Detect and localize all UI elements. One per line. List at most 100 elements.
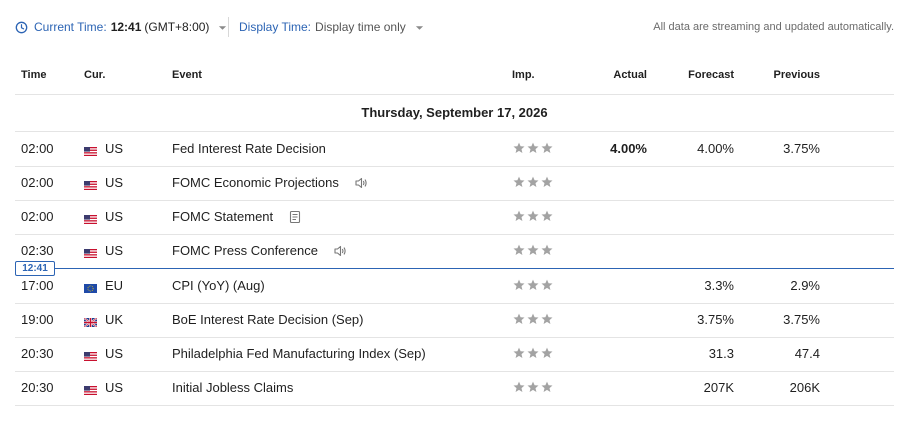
previous-value: 3.75% bbox=[783, 312, 820, 327]
event-name-cell[interactable]: Fed Interest Rate Decision bbox=[172, 141, 326, 156]
event-name-cell[interactable]: BoE Interest Rate Decision (Sep) bbox=[172, 312, 363, 327]
event-time: 02:00 bbox=[21, 141, 54, 156]
chevron-down-icon[interactable] bbox=[218, 25, 227, 31]
importance-stars bbox=[513, 142, 553, 154]
star-icon bbox=[513, 313, 525, 324]
event-name[interactable]: Initial Jobless Claims bbox=[172, 380, 293, 395]
event-time: 02:00 bbox=[21, 175, 54, 190]
event-time: 02:30 bbox=[21, 243, 54, 258]
importance-stars bbox=[513, 210, 553, 222]
event-name-cell[interactable]: Initial Jobless Claims bbox=[172, 380, 293, 395]
event-currency: US bbox=[105, 380, 124, 395]
table-row[interactable]: 19:00 UK BoE Interest Rate Decision (Sep) 3… bbox=[15, 303, 894, 338]
star-icon bbox=[513, 381, 525, 392]
table-row[interactable]: 20:30 US Philadelphia Fed Manufacturing In… bbox=[15, 337, 894, 372]
document-icon[interactable] bbox=[288, 210, 302, 224]
table-row[interactable]: 20:30 US Initial Jobless Claims 207K 206K bbox=[15, 371, 894, 406]
event-name[interactable]: FOMC Economic Projections bbox=[172, 175, 339, 190]
previous-value: 3.75% bbox=[783, 141, 820, 156]
current-time-line bbox=[15, 268, 894, 269]
event-time: 20:30 bbox=[21, 346, 54, 361]
importance-stars bbox=[513, 279, 553, 291]
star-icon bbox=[527, 381, 539, 392]
chevron-down-icon[interactable] bbox=[415, 25, 424, 31]
importance-stars bbox=[513, 244, 553, 256]
display-time-selector[interactable]: Display Time: Display time only bbox=[239, 20, 424, 34]
us-flag-icon bbox=[84, 212, 97, 224]
table-row[interactable]: 17:00 EU CPI (YoY) (Aug) 3.3% 2.9% bbox=[15, 269, 894, 304]
previous-value: 2.9% bbox=[790, 278, 820, 293]
col-previous: Previous bbox=[773, 69, 820, 81]
forecast-value: 4.00% bbox=[697, 141, 734, 156]
date-header: Thursday, September 17, 2026 bbox=[15, 95, 894, 132]
importance-stars bbox=[513, 176, 553, 188]
forecast-value: 207K bbox=[703, 380, 734, 395]
timezone-label: (GMT+8:00) bbox=[144, 20, 210, 34]
event-currency: US bbox=[105, 141, 124, 156]
col-forecast: Forecast bbox=[688, 69, 734, 81]
event-currency: UK bbox=[105, 312, 124, 327]
clock-icon bbox=[15, 21, 28, 33]
previous-value: 47.4 bbox=[794, 346, 820, 361]
star-icon bbox=[527, 176, 539, 187]
event-currency: US bbox=[105, 175, 124, 190]
event-name-cell[interactable]: FOMC Economic Projections bbox=[172, 175, 368, 190]
event-name[interactable]: FOMC Statement bbox=[172, 209, 273, 224]
table-row[interactable]: 02:00 US Fed Interest Rate Decision 4.00% 4.… bbox=[15, 132, 894, 167]
us-flag-icon bbox=[84, 178, 97, 190]
event-name-cell[interactable]: CPI (YoY) (Aug) bbox=[172, 278, 265, 293]
col-currency: Cur. bbox=[84, 69, 106, 81]
event-time: 19:00 bbox=[21, 312, 54, 327]
star-icon bbox=[513, 176, 525, 187]
event-currency: US bbox=[105, 243, 124, 258]
col-importance: Imp. bbox=[512, 69, 535, 81]
speaker-icon[interactable] bbox=[333, 244, 347, 258]
actual-value: 4.00% bbox=[610, 141, 647, 156]
streaming-note: All data are streaming and updated autom… bbox=[653, 21, 894, 33]
event-name-cell[interactable]: FOMC Statement bbox=[172, 209, 302, 224]
previous-value: 206K bbox=[789, 380, 820, 395]
star-icon bbox=[513, 279, 525, 290]
display-time-label: Display Time: bbox=[239, 20, 312, 34]
star-icon bbox=[527, 347, 539, 358]
speaker-icon[interactable] bbox=[354, 176, 368, 190]
star-icon bbox=[541, 176, 553, 187]
star-icon bbox=[513, 347, 525, 358]
table-row[interactable]: 02:00 US FOMC Economic Projections bbox=[15, 166, 894, 201]
event-name[interactable]: CPI (YoY) (Aug) bbox=[172, 278, 265, 293]
importance-stars bbox=[513, 381, 553, 393]
star-icon bbox=[513, 210, 525, 221]
star-icon bbox=[541, 279, 553, 290]
star-icon bbox=[513, 244, 525, 255]
table-header: Time Cur. Event Imp. Actual Forecast Pre… bbox=[15, 60, 894, 95]
us-flag-icon bbox=[84, 246, 97, 258]
star-icon bbox=[541, 381, 553, 392]
star-icon bbox=[527, 244, 539, 255]
event-name[interactable]: BoE Interest Rate Decision (Sep) bbox=[172, 312, 363, 327]
us-flag-icon bbox=[84, 349, 97, 361]
event-currency: US bbox=[105, 209, 124, 224]
current-time-selector[interactable]: Current Time: 12:41 (GMT+8:00) bbox=[15, 20, 227, 34]
current-time-value: 12:41 bbox=[110, 20, 142, 34]
toolbar-divider bbox=[228, 17, 229, 37]
star-icon bbox=[541, 244, 553, 255]
col-time: Time bbox=[21, 69, 47, 81]
event-name-cell[interactable]: Philadelphia Fed Manufacturing Index (Se… bbox=[172, 346, 426, 361]
event-name[interactable]: Fed Interest Rate Decision bbox=[172, 141, 326, 156]
col-event: Event bbox=[172, 69, 202, 81]
star-icon bbox=[541, 210, 553, 221]
star-icon bbox=[513, 142, 525, 153]
col-actual: Actual bbox=[613, 69, 647, 81]
event-time: 02:00 bbox=[21, 209, 54, 224]
table-row[interactable]: 02:30 US FOMC Press Conference bbox=[15, 234, 894, 269]
event-name-cell[interactable]: FOMC Press Conference bbox=[172, 243, 347, 258]
table-row[interactable]: 02:00 US FOMC Statement bbox=[15, 200, 894, 235]
event-name[interactable]: Philadelphia Fed Manufacturing Index (Se… bbox=[172, 346, 426, 361]
event-name[interactable]: FOMC Press Conference bbox=[172, 243, 318, 258]
current-time-label: Current Time: bbox=[34, 20, 107, 34]
star-icon bbox=[541, 142, 553, 153]
forecast-value: 31.3 bbox=[708, 346, 734, 361]
importance-stars bbox=[513, 313, 553, 325]
display-time-value: Display time only bbox=[315, 20, 406, 34]
event-time: 17:00 bbox=[21, 278, 54, 293]
